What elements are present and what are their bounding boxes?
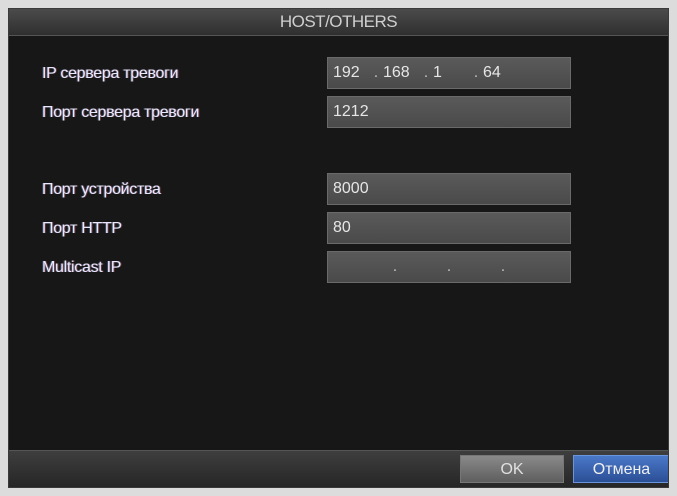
alarm-server-port-field[interactable]: 1212	[327, 96, 571, 128]
alarm-server-ip-row: IP сервера тревоги 192. 168. 1. 64	[9, 57, 668, 91]
alarm-server-port-row: Порт сервера тревоги 1212	[9, 96, 668, 130]
http-port-label: Порт HTTP	[42, 220, 122, 237]
device-port-label: Порт устройства	[42, 181, 161, 198]
ip-dot: .	[473, 64, 479, 81]
http-port-field[interactable]: 80	[327, 212, 571, 244]
multicast-ip-field[interactable]: ...	[327, 251, 571, 283]
alarm-server-port-label: Порт сервера тревоги	[42, 104, 200, 121]
alarm-server-ip-octet-2[interactable]: 168	[383, 58, 419, 88]
ip-dot: .	[446, 258, 452, 275]
ip-dot: .	[423, 64, 429, 81]
alarm-server-ip-octet-3[interactable]: 1	[433, 58, 469, 88]
http-port-row: Порт HTTP 80	[9, 212, 668, 246]
dialog-button-bar: OK Отмена	[9, 450, 668, 487]
host-others-dialog: HOST/OTHERS IP сервера тревоги 192. 168. 1…	[8, 8, 669, 488]
ip-dot: .	[500, 258, 506, 275]
alarm-server-ip-label: IP сервера тревоги	[42, 65, 179, 82]
alarm-server-ip-octet-4[interactable]: 64	[483, 58, 519, 88]
ip-dot: .	[392, 258, 398, 275]
multicast-ip-label: Multicast IP	[42, 259, 122, 276]
ip-dot: .	[373, 64, 379, 81]
alarm-server-ip-octet-1[interactable]: 192	[333, 58, 369, 88]
ok-button[interactable]: OK	[460, 455, 564, 483]
alarm-server-ip-field[interactable]: 192. 168. 1. 64	[327, 57, 571, 89]
cancel-button[interactable]: Отмена	[573, 455, 668, 483]
dialog-title: HOST/OTHERS	[9, 9, 668, 36]
device-port-field[interactable]: 8000	[327, 173, 571, 205]
device-port-row: Порт устройства 8000	[9, 173, 668, 207]
multicast-ip-row: Multicast IP ...	[9, 251, 668, 285]
